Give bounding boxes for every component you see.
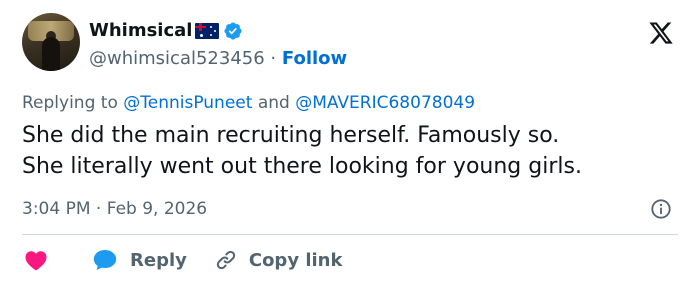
divider	[22, 234, 678, 235]
tweet-text: She did the main recruiting herself. Fam…	[22, 120, 682, 182]
mention-link[interactable]: @TennisPuneet	[123, 93, 252, 113]
heart-icon[interactable]	[24, 249, 48, 271]
avatar-figure-body	[42, 37, 60, 71]
replying-to-line: Replying to @TennisPuneet and @MAVERIC68…	[22, 92, 475, 114]
author-handle-row: @whimsical523456 · Follow	[89, 47, 347, 71]
reply-label: Reply	[130, 249, 187, 271]
tweet-text-line: She literally went out there looking for…	[22, 154, 582, 179]
tweet-date: Feb 9, 2026	[106, 199, 208, 219]
info-icon[interactable]	[650, 198, 672, 220]
copy-link-label: Copy link	[248, 249, 343, 271]
handle-separator: ·	[270, 48, 277, 69]
australia-flag-icon	[195, 23, 220, 39]
timestamp-separator: ·	[95, 199, 102, 219]
timestamp[interactable]: 3:04 PM · Feb 9, 2026	[22, 198, 207, 220]
avatar[interactable]	[22, 13, 80, 71]
author-handle[interactable]: @whimsical523456	[89, 48, 265, 69]
mention-link[interactable]: @MAVERIC68078049	[295, 93, 475, 113]
author-display-name[interactable]: Whimsical	[89, 19, 192, 43]
tweet-text-line: She did the main recruiting herself. Fam…	[22, 123, 560, 148]
author-name-row: Whimsical	[89, 19, 243, 43]
copy-link-button[interactable]: Copy link	[215, 249, 343, 271]
reply-button[interactable]: Reply	[92, 248, 187, 272]
replying-to-prefix: Replying to	[22, 93, 118, 113]
action-bar: Reply Copy link	[22, 246, 342, 274]
link-icon	[216, 250, 235, 270]
x-logo-icon[interactable]	[648, 20, 674, 46]
replying-to-conjunction: and	[257, 93, 290, 113]
speech-bubble-icon	[93, 250, 117, 270]
tweet-time: 3:04 PM	[22, 199, 91, 219]
verified-badge-icon	[224, 22, 243, 40]
follow-button[interactable]: Follow	[282, 48, 347, 69]
